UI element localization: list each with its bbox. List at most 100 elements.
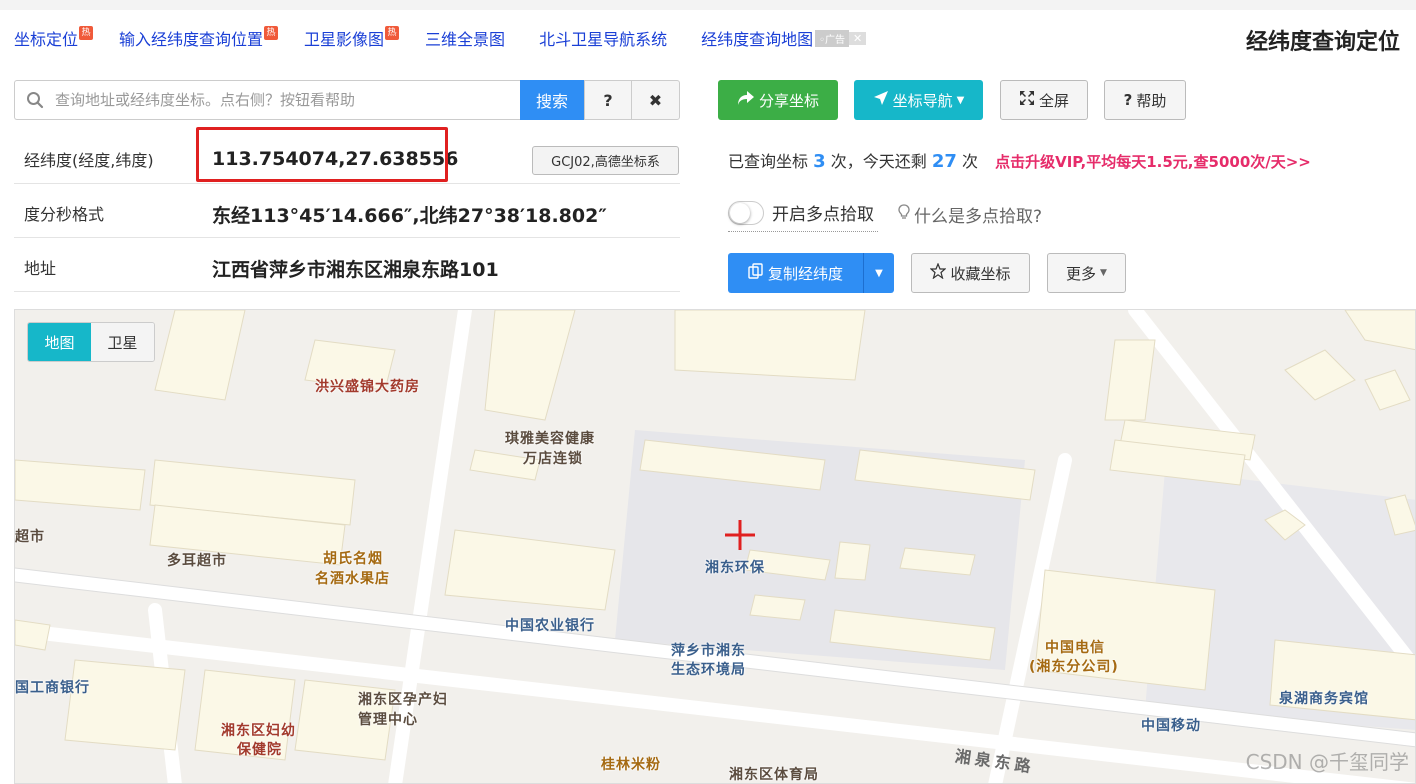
nav-latlng-map[interactable]: 经纬度查询地图 — [701, 26, 813, 50]
coord-highlight-box — [196, 127, 448, 182]
expand-icon — [1019, 90, 1035, 110]
poi-label[interactable]: 桂林米粉 — [601, 754, 661, 774]
share-icon — [737, 90, 755, 110]
hot-badge: 热 — [385, 26, 400, 40]
map-view[interactable]: 地图 卫星 洪兴盛锦大药房 琪雅美容健康 万店连锁 超市 多耳超市 胡氏名烟 名… — [14, 309, 1416, 784]
poi-label[interactable]: 保健院 — [237, 739, 282, 759]
poi-label[interactable]: (湘东分公司) — [1029, 656, 1119, 676]
map-type-switch: 地图 卫星 — [27, 322, 155, 362]
help-button[interactable]: ? 帮助 — [1104, 80, 1186, 120]
poi-label[interactable]: 名酒水果店 — [315, 568, 390, 588]
more-button[interactable]: 更多 ▼ — [1047, 253, 1126, 293]
watermark: CSDN @千玺同学 — [1245, 750, 1409, 774]
search-help-button[interactable]: ? — [584, 80, 632, 120]
what-is-multipick-link[interactable]: 什么是多点拾取? — [898, 202, 1042, 227]
toggle-underline — [728, 231, 878, 232]
lightbulb-icon — [898, 204, 910, 225]
nav-beidou[interactable]: 北斗卫星导航系统 — [539, 26, 667, 50]
clear-button[interactable]: ✖ — [631, 80, 680, 120]
address-value[interactable]: 江西省萍乡市湘东区湘泉东路101 — [212, 255, 499, 282]
poi-label[interactable]: 中国移动 — [1141, 715, 1201, 735]
ad-badge: ◦广告 — [815, 29, 849, 47]
copy-label: 复制经纬度 — [767, 264, 843, 283]
share-coord-button[interactable]: 分享坐标 — [718, 80, 838, 120]
top-nav: 坐标定位热 输入经纬度查询位置热 卫星影像图热 三维全景图 北斗卫星导航系统 经… — [14, 26, 867, 50]
quota-text: 已查询坐标 3 次，今天还剩 27 次 点击升级VIP,平均每天1.5元,查50… — [728, 148, 1311, 172]
poi-label[interactable]: 超市 — [15, 526, 45, 546]
poi-label[interactable]: 中国农业银行 — [505, 615, 595, 635]
poi-label[interactable]: 管理中心 — [358, 709, 418, 729]
quota-mid: 次，今天还剩 — [830, 152, 927, 171]
search-icon — [15, 81, 55, 119]
poi-label[interactable]: 湘东环保 — [705, 557, 765, 577]
coord-system-button[interactable]: GCJ02,高德坐标系 — [532, 146, 679, 175]
dms-row: 度分秒格式 东经113°45′14.666″,北纬27°38′18.802″ — [14, 185, 680, 238]
poi-label[interactable]: 胡氏名烟 — [323, 548, 383, 568]
copy-dropdown-caret-icon[interactable]: ▼ — [863, 253, 894, 293]
dms-label: 度分秒格式 — [24, 205, 105, 224]
fullscreen-button[interactable]: 全屏 — [1000, 80, 1088, 120]
coord-navigate-button[interactable]: 坐标导航 ▼ — [854, 80, 983, 120]
share-label: 分享坐标 — [758, 91, 819, 110]
what-is-label: 什么是多点拾取? — [914, 207, 1043, 227]
address-label: 地址 — [24, 259, 57, 278]
favorite-label: 收藏坐标 — [950, 264, 1011, 283]
nav-label: 经纬度查询地图 — [701, 30, 814, 49]
nav-coord-locate[interactable]: 坐标定位热 — [14, 26, 94, 50]
poi-label[interactable]: 湘东区孕产妇 — [358, 689, 448, 709]
poi-label[interactable]: 中国电信 — [1045, 637, 1105, 657]
caret-down-icon: ▼ — [956, 94, 965, 106]
copy-coord-button[interactable]: 复制经纬度 — [728, 253, 863, 293]
poi-label[interactable]: 湘东区体育局 — [729, 764, 819, 783]
multipick-toggle-row[interactable]: 开启多点拾取 — [728, 200, 874, 225]
navigate-label: 坐标导航 — [892, 91, 953, 110]
search-box — [14, 80, 520, 120]
poi-label[interactable]: 泉湖商务宾馆 — [1279, 688, 1369, 708]
nav-label: 输入经纬度查询位置 — [119, 30, 264, 49]
plane-icon — [873, 90, 889, 110]
quota-used: 3 — [813, 151, 826, 172]
more-label: 更多 — [1066, 264, 1097, 283]
page-title: 经纬度查询定位 — [1245, 30, 1400, 55]
map-canvas — [15, 310, 1415, 783]
question-icon: ? — [1123, 91, 1133, 109]
hot-badge: 热 — [264, 26, 279, 40]
poi-label[interactable]: 湘东区妇幼 — [221, 720, 296, 740]
fullscreen-label: 全屏 — [1038, 91, 1069, 110]
poi-label[interactable]: 萍乡市湘东 — [671, 640, 746, 660]
copy-icon — [748, 263, 764, 283]
quota-suffix: 次 — [962, 152, 979, 171]
quota-prefix: 已查询坐标 — [728, 152, 809, 171]
vip-upgrade-link[interactable]: 点击升级VIP,平均每天1.5元,查5000次/天>> — [995, 153, 1311, 171]
nav-label: 卫星影像图 — [304, 30, 385, 49]
poi-label[interactable]: 生态环境局 — [671, 659, 746, 679]
map-type-map[interactable]: 地图 — [28, 323, 91, 361]
multipick-label: 开启多点拾取 — [772, 205, 874, 225]
dms-value[interactable]: 东经113°45′14.666″,北纬27°38′18.802″ — [212, 201, 607, 228]
caret-down-icon: ▼ — [1100, 268, 1107, 278]
search-input[interactable] — [55, 91, 515, 109]
nav-label: 坐标定位 — [14, 30, 79, 49]
top-strip — [0, 0, 1416, 10]
hot-badge: 热 — [79, 26, 94, 40]
search-button[interactable]: 搜索 — [520, 80, 584, 120]
nav-3d-panorama[interactable]: 三维全景图 — [425, 26, 505, 50]
help-label: 帮助 — [1136, 91, 1167, 110]
map-type-satellite[interactable]: 卫星 — [91, 323, 154, 361]
poi-label[interactable]: 洪兴盛锦大药房 — [315, 376, 420, 396]
favorite-coord-button[interactable]: 收藏坐标 — [911, 253, 1030, 293]
address-row: 地址 江西省萍乡市湘东区湘泉东路101 — [14, 239, 680, 292]
multipick-toggle[interactable] — [728, 200, 764, 225]
nav-label: 三维全景图 — [425, 30, 506, 49]
star-icon — [929, 262, 948, 283]
ad-close-icon[interactable]: ✕ — [849, 31, 867, 45]
poi-label[interactable]: 万店连锁 — [523, 448, 583, 468]
coord-label: 经纬度(经度,纬度) — [24, 151, 154, 170]
nav-label: 北斗卫星导航系统 — [539, 30, 668, 49]
poi-label[interactable]: 多耳超市 — [167, 550, 227, 570]
poi-label[interactable]: 国工商银行 — [15, 677, 90, 697]
nav-input-latlng[interactable]: 输入经纬度查询位置热 — [119, 26, 279, 50]
poi-label[interactable]: 琪雅美容健康 — [505, 428, 595, 448]
quota-remaining: 27 — [931, 151, 957, 172]
nav-satellite-image[interactable]: 卫星影像图热 — [304, 26, 400, 50]
